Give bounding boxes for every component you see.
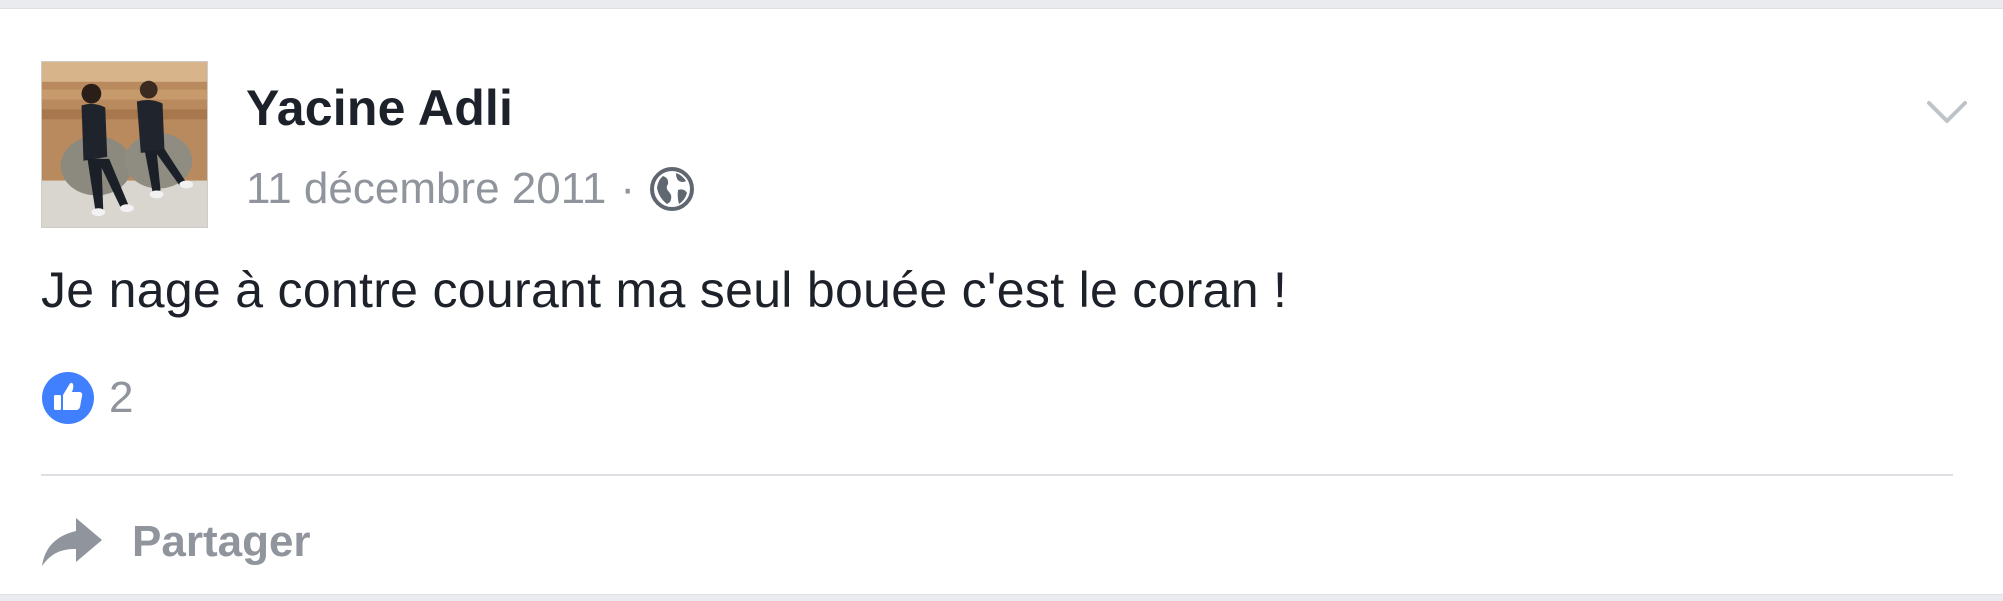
- like-count: 2: [109, 373, 134, 422]
- chevron-down-icon[interactable]: [1925, 97, 1969, 127]
- divider: [41, 474, 1953, 476]
- thumbs-up-icon: [42, 372, 94, 424]
- post-body: Je nage à contre courant ma seul bouée c…: [41, 262, 1288, 318]
- reactions-summary[interactable]: 2: [41, 371, 133, 425]
- globe-icon[interactable]: [649, 166, 695, 212]
- share-button[interactable]: Partager: [38, 509, 311, 575]
- post-card: Yacine Adli 11 décembre 2011 · Je nage à…: [0, 8, 2003, 595]
- meta-separator: ·: [620, 164, 636, 213]
- post-meta: 11 décembre 2011 ·: [246, 161, 695, 217]
- share-label: Partager: [132, 517, 311, 566]
- avatar[interactable]: [41, 61, 208, 228]
- post-date[interactable]: 11 décembre 2011: [246, 161, 606, 217]
- author-name[interactable]: Yacine Adli: [246, 79, 513, 137]
- avatar-photo: [42, 62, 207, 227]
- share-arrow-icon: [42, 518, 102, 566]
